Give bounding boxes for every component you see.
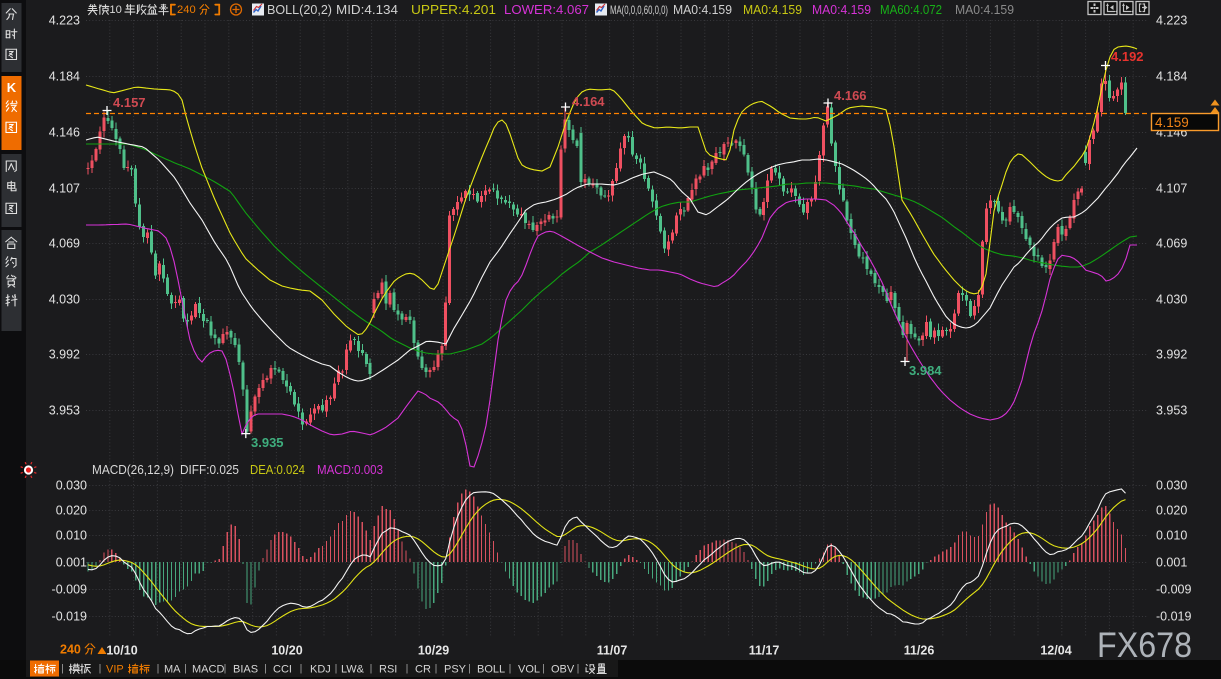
svg-text:10/29: 10/29 xyxy=(418,644,449,658)
svg-text:10/10: 10/10 xyxy=(106,644,137,658)
svg-text:4.166: 4.166 xyxy=(834,88,867,103)
svg-text:11/17: 11/17 xyxy=(749,644,780,658)
svg-text:MA0:4.159: MA0:4.159 xyxy=(673,2,732,17)
svg-text:240: 240 xyxy=(177,4,196,16)
svg-text:0.020: 0.020 xyxy=(56,504,87,518)
svg-text:3.953: 3.953 xyxy=(49,404,80,418)
svg-text:4.184: 4.184 xyxy=(1156,70,1187,84)
svg-text:3.992: 3.992 xyxy=(1156,348,1187,362)
svg-text:UPPER:4.201: UPPER:4.201 xyxy=(411,2,496,17)
svg-text:K: K xyxy=(7,80,17,95)
svg-text:LW&: LW& xyxy=(341,664,365,676)
svg-text:4.184: 4.184 xyxy=(49,70,80,84)
svg-text:PSY: PSY xyxy=(444,664,467,676)
svg-text:0.001: 0.001 xyxy=(1156,556,1187,570)
svg-text:3.984: 3.984 xyxy=(909,363,942,378)
svg-text:VIP: VIP xyxy=(106,664,124,676)
svg-text:10/20: 10/20 xyxy=(271,644,302,658)
svg-text:4.192: 4.192 xyxy=(1111,49,1144,64)
svg-text:DEA:0.024: DEA:0.024 xyxy=(250,463,305,477)
svg-text:-0.019: -0.019 xyxy=(1156,610,1191,624)
svg-text:MA: MA xyxy=(164,664,181,676)
svg-text:12/04: 12/04 xyxy=(1040,644,1071,658)
svg-text:MACD(26,12,9): MACD(26,12,9) xyxy=(92,463,174,477)
svg-text:0.030: 0.030 xyxy=(1156,479,1187,493)
svg-text:0.010: 0.010 xyxy=(56,529,87,543)
svg-text:0.020: 0.020 xyxy=(1156,504,1187,518)
svg-text:3.992: 3.992 xyxy=(49,348,80,362)
svg-text:MA(0,0,0,60,0,0): MA(0,0,0,60,0,0) xyxy=(610,3,668,17)
svg-text:MA0:4.159: MA0:4.159 xyxy=(743,2,802,17)
svg-text:VOL: VOL xyxy=(518,664,540,676)
svg-text:4.107: 4.107 xyxy=(49,182,80,196)
svg-text:MA0:4.159: MA0:4.159 xyxy=(955,2,1014,17)
svg-text:MA0:4.159: MA0:4.159 xyxy=(812,2,871,17)
svg-text:CR: CR xyxy=(415,664,431,676)
svg-text:0.010: 0.010 xyxy=(1156,529,1187,543)
svg-text:11/07: 11/07 xyxy=(597,644,628,658)
svg-text:BIAS: BIAS xyxy=(233,664,258,676)
svg-text:4.030: 4.030 xyxy=(49,293,80,307)
svg-text:4.159: 4.159 xyxy=(1155,115,1189,130)
svg-text:4.164: 4.164 xyxy=(572,94,605,109)
svg-text:BOLL(20,2): BOLL(20,2) xyxy=(267,2,332,17)
svg-text:MA60:4.072: MA60:4.072 xyxy=(880,2,942,17)
svg-text:-0.009: -0.009 xyxy=(52,583,87,597)
svg-text:DIFF:0.025: DIFF:0.025 xyxy=(180,463,239,477)
svg-text:OBV: OBV xyxy=(551,664,575,676)
svg-text:4.069: 4.069 xyxy=(49,237,80,251)
svg-text:BOLL: BOLL xyxy=(477,664,505,676)
svg-text:MACD: MACD xyxy=(192,664,224,676)
svg-text:3.953: 3.953 xyxy=(1156,404,1187,418)
svg-text:MACD:0.003: MACD:0.003 xyxy=(317,463,383,477)
svg-text:4.223: 4.223 xyxy=(49,14,80,28)
svg-text:-0.009: -0.009 xyxy=(1156,583,1191,597)
svg-text:KDJ: KDJ xyxy=(310,664,331,676)
svg-text:-0.019: -0.019 xyxy=(52,610,87,624)
svg-text:11/26: 11/26 xyxy=(904,644,935,658)
svg-text:LOWER:4.067: LOWER:4.067 xyxy=(504,2,589,17)
svg-text:4.146: 4.146 xyxy=(49,126,80,140)
svg-text:RSI: RSI xyxy=(379,664,397,676)
svg-text:4.157: 4.157 xyxy=(113,95,146,110)
svg-text:3.935: 3.935 xyxy=(251,435,284,450)
svg-text:240: 240 xyxy=(60,643,81,657)
svg-text:CCI: CCI xyxy=(273,664,292,676)
svg-text:4.223: 4.223 xyxy=(1156,14,1187,28)
svg-text:MID:4.134: MID:4.134 xyxy=(336,2,398,17)
svg-text:0.030: 0.030 xyxy=(56,479,87,493)
svg-text:4.030: 4.030 xyxy=(1156,293,1187,307)
svg-text:10: 10 xyxy=(109,4,121,16)
svg-text:0.001: 0.001 xyxy=(56,556,87,570)
svg-text:FX678: FX678 xyxy=(1097,626,1192,665)
svg-text:4.107: 4.107 xyxy=(1156,182,1187,196)
svg-text:4.069: 4.069 xyxy=(1156,237,1187,251)
